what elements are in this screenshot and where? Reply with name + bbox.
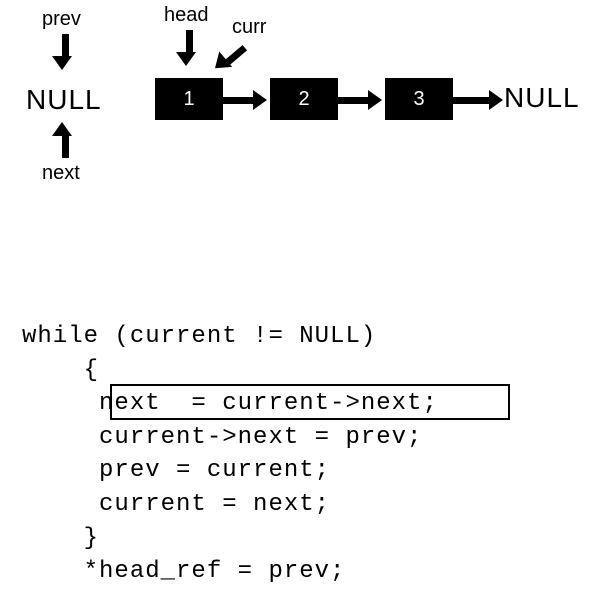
code-line-6: current = next;: [22, 488, 438, 522]
code-block: while (current != NULL) { next = current…: [22, 320, 438, 589]
code-line-7: }: [22, 522, 438, 556]
node-1-value: 1: [183, 88, 194, 111]
prev-label: prev: [42, 8, 81, 31]
node-1: 1: [155, 78, 223, 120]
code-line-1: while (current != NULL): [22, 320, 438, 354]
linked-list-diagram: prev NULL next head curr 1 2 3 NULL: [0, 0, 600, 220]
node-3-value: 3: [413, 88, 424, 111]
next-label: next: [42, 162, 80, 185]
node-3: 3: [385, 78, 453, 120]
null-left-text: NULL: [26, 84, 102, 116]
link-arrow-2-icon: [338, 90, 382, 110]
head-arrow-icon: [182, 30, 196, 66]
code-line-4: current->next = prev;: [22, 421, 438, 455]
next-arrow-icon: [58, 122, 72, 158]
node-2-value: 2: [298, 88, 309, 111]
head-label: head: [164, 4, 209, 27]
code-line-2: {: [22, 354, 438, 388]
prev-arrow-icon: [58, 34, 72, 70]
curr-label: curr: [232, 16, 266, 39]
code-highlight-box: [110, 384, 510, 420]
code-line-8: *head_ref = prev;: [22, 555, 438, 589]
curr-arrow-icon: [212, 42, 249, 76]
node-2: 2: [270, 78, 338, 120]
null-right-text: NULL: [504, 82, 580, 114]
code-line-5: prev = current;: [22, 454, 438, 488]
link-arrow-1-icon: [223, 90, 267, 110]
link-arrow-3-icon: [453, 90, 503, 110]
